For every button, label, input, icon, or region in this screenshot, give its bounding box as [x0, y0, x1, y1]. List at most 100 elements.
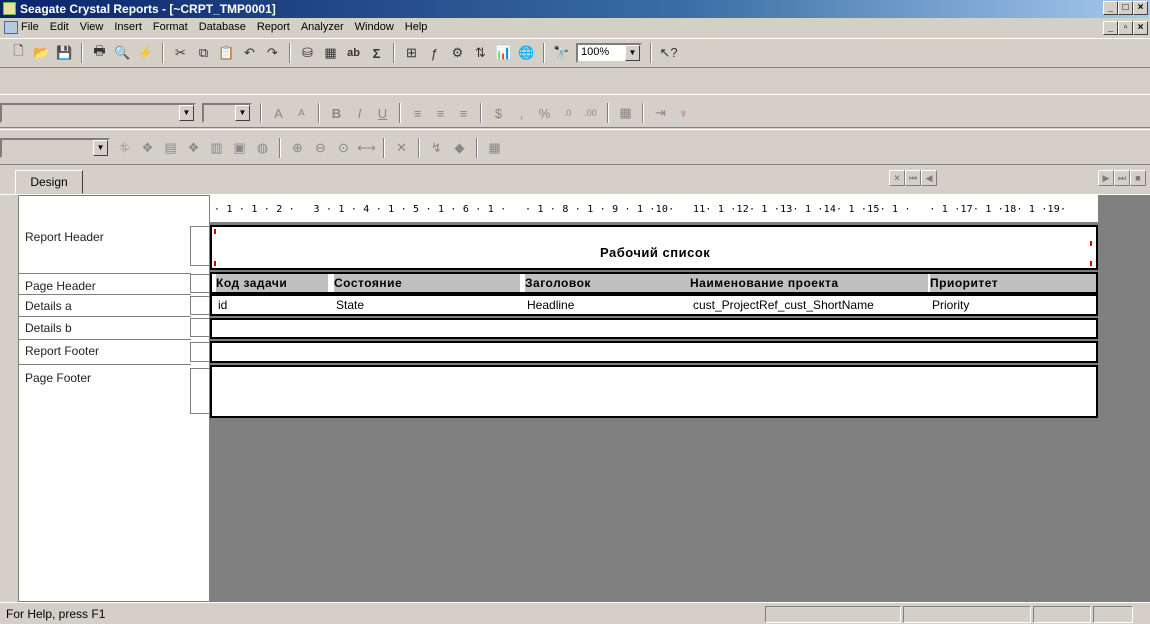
indent-icon[interactable]: ⇥: [652, 105, 669, 122]
undo-icon[interactable]: ↶: [241, 45, 258, 62]
export-icon[interactable]: ⚡: [137, 45, 154, 62]
page-footer-section[interactable]: [210, 365, 1098, 418]
zoom-in-icon[interactable]: ⊕: [289, 140, 306, 157]
doc-restore-button[interactable]: ▫: [1118, 21, 1133, 35]
save-icon[interactable]: 💾: [56, 45, 73, 62]
report-footer-bar[interactable]: [190, 342, 210, 362]
highlight-icon[interactable]: ◆: [451, 140, 468, 157]
paste-icon[interactable]: 📋: [218, 45, 235, 62]
section-label-details-a[interactable]: Details a: [25, 299, 72, 313]
sort-icon[interactable]: ⇅: [472, 45, 489, 62]
section-label-page-footer[interactable]: Page Footer: [25, 371, 91, 385]
previous-page-icon[interactable]: ◀: [921, 170, 937, 186]
align-right-icon[interactable]: ≡: [455, 105, 472, 122]
field-combo[interactable]: ▼: [0, 138, 110, 158]
chevron-down-icon[interactable]: ▼: [179, 105, 194, 121]
page-header-bar[interactable]: [190, 274, 210, 293]
details-b-bar[interactable]: [190, 318, 210, 337]
zoom-combo[interactable]: 100% ▼: [576, 43, 642, 63]
print-preview-icon[interactable]: 🔍: [114, 45, 131, 62]
menu-analyzer[interactable]: Analyzer: [301, 21, 344, 33]
map-small-icon[interactable]: ◍: [254, 140, 271, 157]
field-priority[interactable]: Priority: [932, 296, 969, 314]
font-shrink-icon[interactable]: A: [293, 105, 310, 122]
menu-view[interactable]: View: [80, 21, 104, 33]
menu-file[interactable]: File: [21, 21, 39, 33]
formula-icon[interactable]: ƒ: [426, 45, 443, 62]
underline-icon[interactable]: U: [374, 105, 391, 122]
details-a-section[interactable]: id State Headline cust_ProjectRef_cust_S…: [210, 294, 1098, 316]
header-headline[interactable]: Заголовок: [525, 274, 690, 292]
menu-window[interactable]: Window: [355, 21, 394, 33]
chart-icon[interactable]: 📊: [495, 45, 512, 62]
group-icon[interactable]: ⊞: [403, 45, 420, 62]
zoom-icon[interactable]: ⊙: [335, 140, 352, 157]
section-label-report-footer[interactable]: Report Footer: [25, 344, 99, 358]
decimal-increase-icon[interactable]: .0: [559, 105, 576, 122]
field-id[interactable]: id: [218, 296, 227, 314]
field-headline[interactable]: Headline: [527, 296, 574, 314]
format-painter-icon[interactable]: ♆: [675, 105, 692, 122]
stop-icon[interactable]: ■: [1130, 170, 1146, 186]
cut-icon[interactable]: ✂: [172, 45, 189, 62]
ole-icon[interactable]: ❖: [139, 140, 156, 157]
chevron-down-icon[interactable]: ▼: [93, 140, 108, 156]
chevron-down-icon[interactable]: ▼: [625, 45, 640, 61]
menu-format[interactable]: Format: [153, 21, 188, 33]
report-footer-section[interactable]: [210, 341, 1098, 363]
grid-icon[interactable]: ▥: [208, 140, 225, 157]
find-icon[interactable]: 🔭: [553, 45, 570, 62]
header-task-code[interactable]: Код задачи: [216, 274, 328, 292]
decimal-decrease-icon[interactable]: .00: [582, 105, 599, 122]
crosstab-icon[interactable]: ▤: [162, 140, 179, 157]
subreport-icon[interactable]: ⛗: [116, 140, 133, 157]
database-expert-icon[interactable]: ⛁: [299, 45, 316, 62]
document-icon[interactable]: [4, 21, 18, 34]
menu-edit[interactable]: Edit: [50, 21, 69, 33]
field-state[interactable]: State: [336, 296, 364, 314]
insert-field-icon[interactable]: ▦: [322, 45, 339, 62]
sum-icon[interactable]: Σ: [368, 45, 385, 62]
menu-help[interactable]: Help: [405, 21, 428, 33]
font-size-combo[interactable]: ▼: [202, 103, 252, 123]
olap-icon[interactable]: ❖: [185, 140, 202, 157]
horizontal-ruler[interactable]: · 1 · 1 · 2 · 3 · 1 · 4 · 1 · 5 · 1 · 6 …: [210, 195, 1098, 223]
border-icon[interactable]: ▦: [617, 105, 634, 122]
font-combo[interactable]: ▼: [0, 103, 196, 123]
section-label-report-header[interactable]: Report Header: [25, 230, 104, 244]
map-icon[interactable]: 🌐: [518, 45, 535, 62]
select-expert-icon[interactable]: ⚙: [449, 45, 466, 62]
currency-icon[interactable]: $: [490, 105, 507, 122]
help-pointer-icon[interactable]: ↖?: [659, 45, 677, 62]
section-label-page-header[interactable]: Page Header: [25, 279, 96, 293]
next-page-icon[interactable]: ▶: [1098, 170, 1114, 186]
menu-database[interactable]: Database: [199, 21, 246, 33]
page-header-section[interactable]: Код задачи Состояние Заголовок Наименова…: [210, 272, 1098, 294]
hyperlink-icon[interactable]: ↯: [428, 140, 445, 157]
insert-text-icon[interactable]: ab: [345, 45, 362, 62]
new-icon[interactable]: 🗋: [10, 43, 27, 62]
print-icon[interactable]: 🖶: [91, 43, 108, 62]
header-project-name[interactable]: Наименование проекта: [690, 274, 928, 292]
header-priority[interactable]: Приоритет: [930, 274, 1096, 292]
report-header-section[interactable]: Рабочий список: [210, 225, 1098, 270]
delete-icon[interactable]: ✕: [393, 140, 410, 157]
section-label-details-b[interactable]: Details b: [25, 321, 72, 335]
field-project-shortname[interactable]: cust_ProjectRef_cust_ShortName: [693, 296, 874, 314]
report-header-bar[interactable]: [190, 226, 210, 266]
table-icon[interactable]: ▦: [486, 140, 503, 157]
header-state[interactable]: Состояние: [334, 274, 520, 292]
details-b-section[interactable]: [210, 318, 1098, 339]
close-button[interactable]: ×: [1133, 1, 1148, 15]
thousands-icon[interactable]: ,: [513, 105, 530, 122]
font-grow-icon[interactable]: A: [270, 105, 287, 122]
doc-close-button[interactable]: ×: [1133, 21, 1148, 35]
first-page-icon[interactable]: ⏮: [905, 170, 921, 186]
last-page-icon[interactable]: ⏭: [1114, 170, 1130, 186]
fit-width-icon[interactable]: ⟷: [357, 140, 376, 157]
close-view-icon[interactable]: ✕: [889, 170, 905, 186]
bold-icon[interactable]: B: [328, 105, 345, 122]
page-footer-bar[interactable]: [190, 368, 210, 414]
details-a-bar[interactable]: [190, 296, 210, 315]
chevron-down-icon[interactable]: ▼: [235, 105, 250, 121]
